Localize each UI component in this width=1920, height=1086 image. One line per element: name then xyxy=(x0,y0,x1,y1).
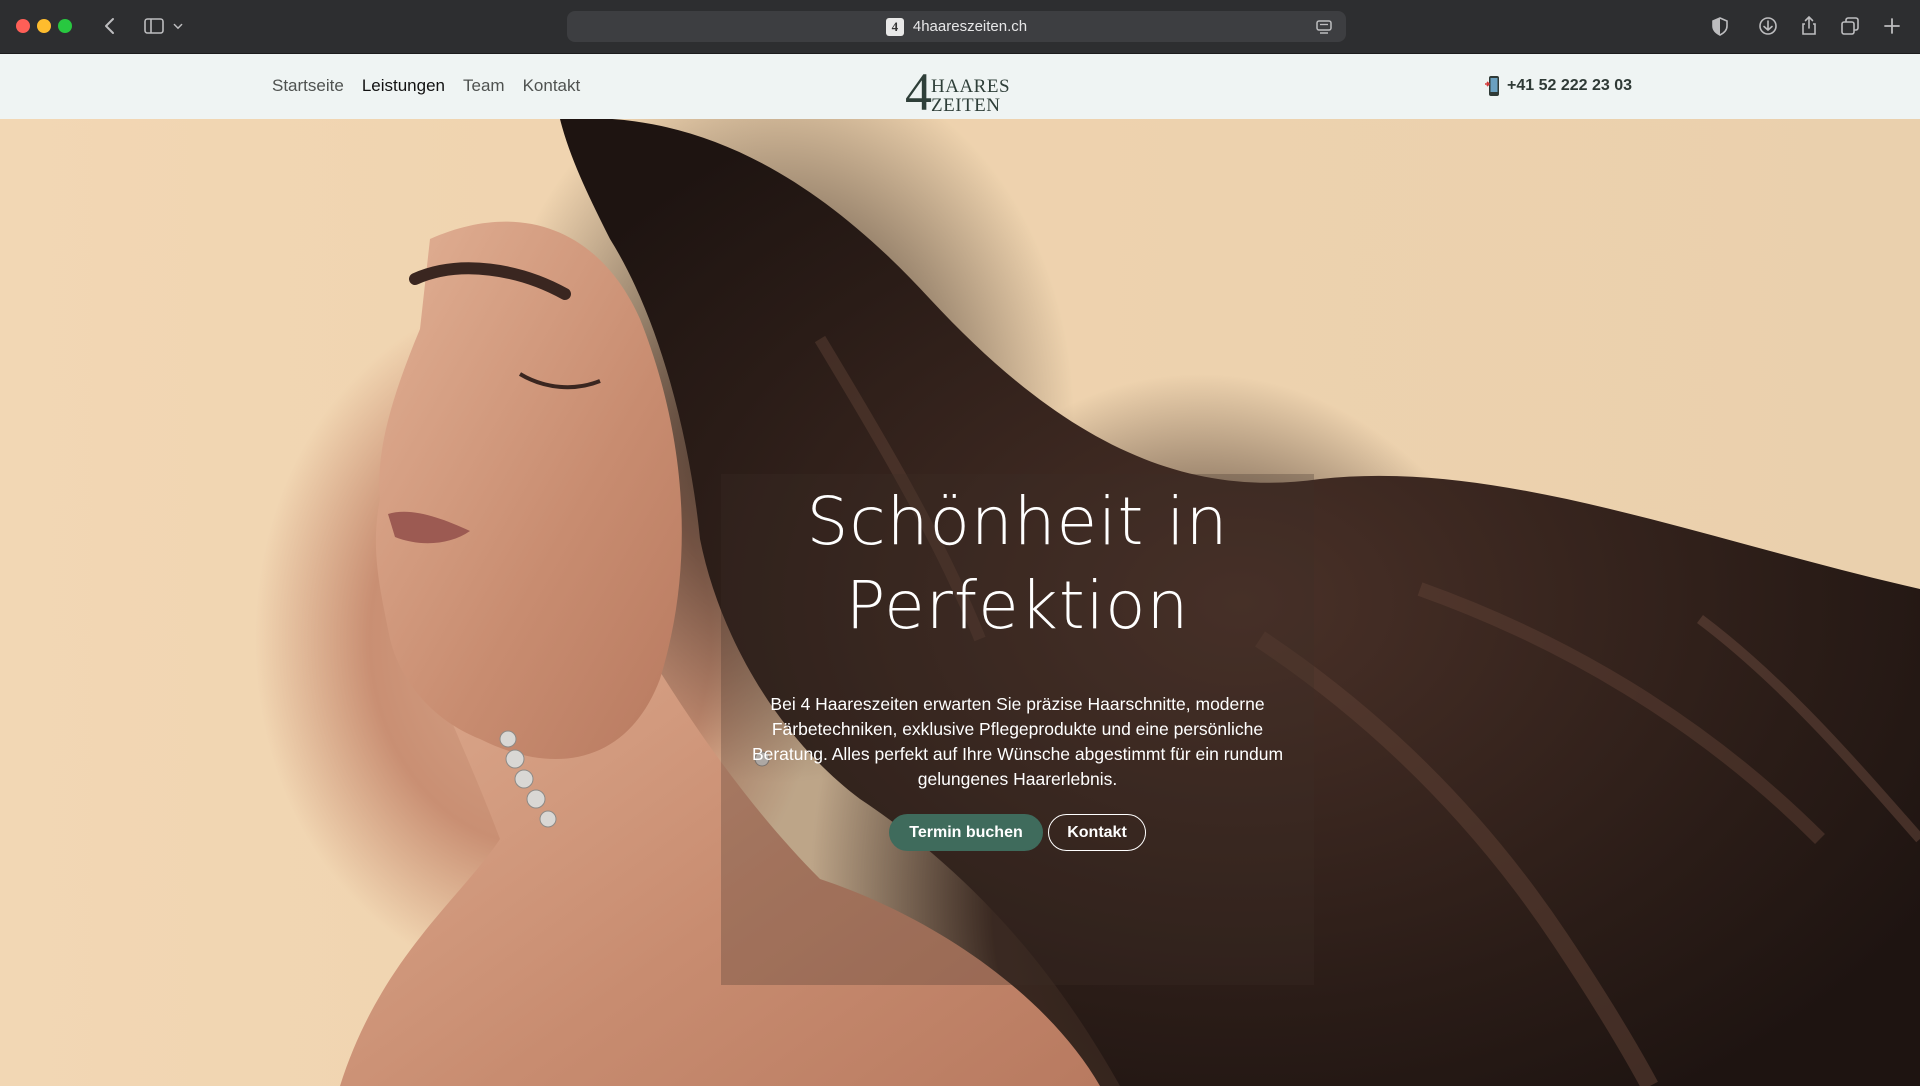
nav-link-startseite[interactable]: Startseite xyxy=(272,76,344,96)
address-bar[interactable]: 4 4haareszeiten.ch xyxy=(567,11,1346,42)
hero-title-line2: Perfektion xyxy=(845,567,1190,644)
main-navigation: Startseite Leistungen Team Kontakt xyxy=(272,76,580,96)
site-favicon-icon: 4 xyxy=(885,17,904,36)
back-icon[interactable] xyxy=(96,12,124,40)
book-appointment-button[interactable]: Termin buchen xyxy=(889,814,1043,851)
phone-icon xyxy=(1484,76,1499,96)
window-close-button[interactable] xyxy=(16,19,30,33)
phone-number: +41 52 222 23 03 xyxy=(1506,77,1632,94)
logo-line1: HAARES xyxy=(931,76,1010,97)
chevron-down-icon[interactable] xyxy=(170,12,186,40)
window-maximize-button[interactable] xyxy=(58,19,72,33)
site-header: Startseite Leistungen Team Kontakt 4 HAA… xyxy=(0,54,1920,119)
window-minimize-button[interactable] xyxy=(37,19,51,33)
downloads-icon[interactable] xyxy=(1754,12,1782,40)
privacy-shield-icon[interactable] xyxy=(1706,12,1734,40)
new-tab-icon[interactable] xyxy=(1878,12,1906,40)
hero-actions: Termin buchen Kontakt xyxy=(889,814,1146,851)
reader-mode-icon[interactable] xyxy=(1314,17,1334,37)
hero-title-line1: Schönheit in xyxy=(806,483,1229,560)
sidebar-icon[interactable] xyxy=(140,12,168,40)
browser-toolbar: 4 4haareszeiten.ch xyxy=(0,0,1920,54)
nav-link-kontakt[interactable]: Kontakt xyxy=(523,76,581,96)
contact-button[interactable]: Kontakt xyxy=(1048,814,1146,851)
hero-title: Schönheit in Perfektion xyxy=(738,480,1298,648)
nav-link-leistungen[interactable]: Leistungen xyxy=(362,76,445,96)
nav-link-team[interactable]: Team xyxy=(463,76,505,96)
hero-section: Schönheit in Perfektion Bei 4 Haareszeit… xyxy=(0,119,1920,1086)
logo-line2: ZEITEN xyxy=(931,95,1000,114)
logo-numeral: 4 xyxy=(905,62,932,114)
hero-description: Bei 4 Haareszeiten erwarten Sie präzise … xyxy=(751,694,1284,789)
phone-link[interactable]: +41 52 222 23 03 xyxy=(1484,75,1632,97)
brand-logo[interactable]: 4 HAARES ZEITEN xyxy=(902,62,1012,114)
url-text: 4haareszeiten.ch xyxy=(912,18,1028,35)
share-icon[interactable] xyxy=(1795,12,1823,40)
hero-card: Schönheit in Perfektion Bei 4 Haareszeit… xyxy=(721,474,1314,985)
tabs-overview-icon[interactable] xyxy=(1836,12,1864,40)
